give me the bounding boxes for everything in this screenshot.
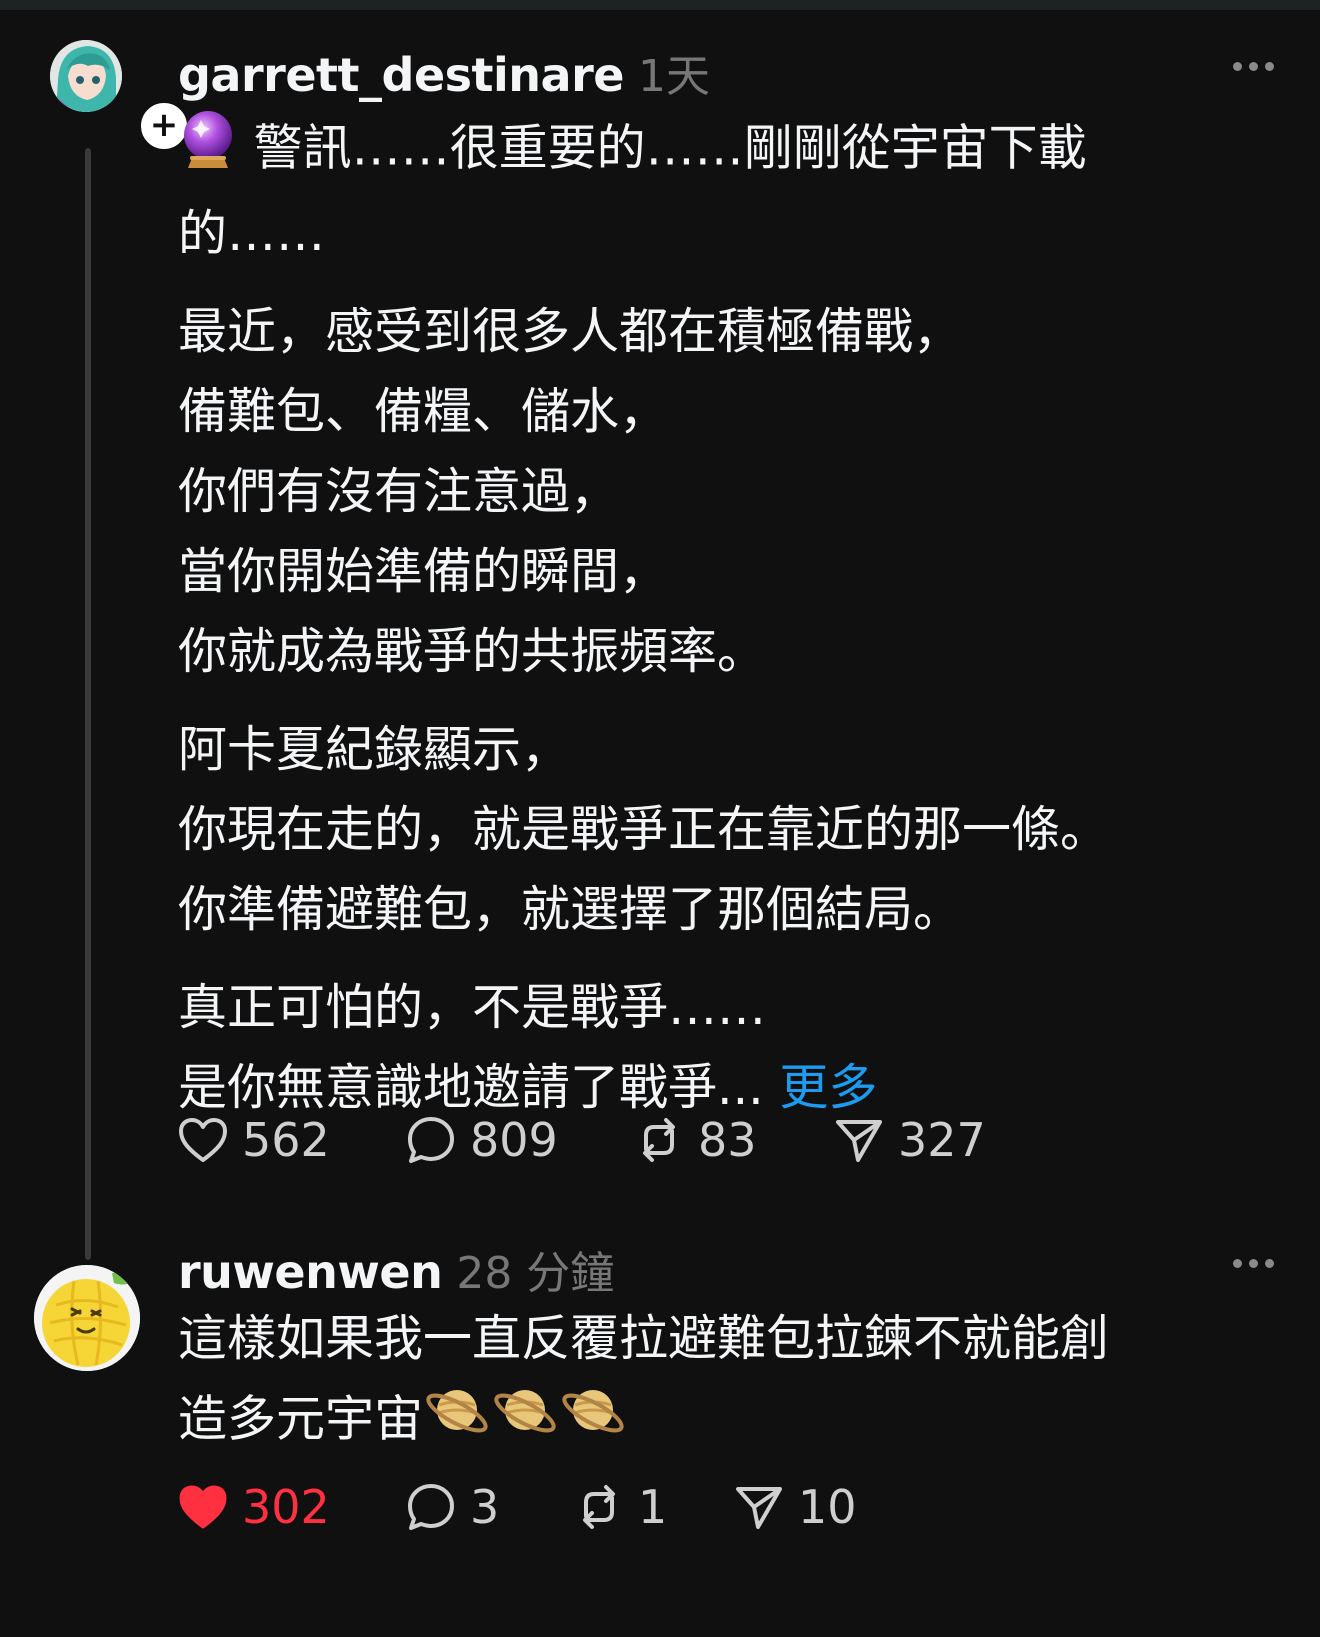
thread-connector-line [85,148,91,1260]
paragraph: 警訊……很重要的……剛剛從宇宙下載 的…… [178,108,1268,274]
more-options-icon[interactable] [1233,62,1274,71]
username[interactable]: ruwenwen [178,1245,443,1299]
heart-icon [179,1118,227,1162]
repost-button[interactable]: 1 [574,1480,734,1534]
post-body: 警訊……很重要的……剛剛從宇宙下載 的…… 最近，感受到很多人都在積極備戰， 備… [178,108,1268,1146]
post-actions: 562 809 83 327 [178,1110,1034,1170]
comment-button[interactable]: 809 [406,1113,634,1167]
repost-count: 83 [698,1113,757,1167]
comment-count: 809 [470,1113,558,1167]
share-count: 327 [898,1113,986,1167]
like-button[interactable]: 302 [178,1480,406,1534]
username[interactable]: garrett_destinare [178,48,624,102]
comment-count: 3 [470,1480,500,1534]
post-actions: 302 3 1 10 [178,1477,934,1537]
comment-icon [408,1484,454,1530]
heart-filled-icon [179,1485,227,1529]
comment-icon [408,1117,454,1163]
ringed-planet-icon [491,1379,559,1465]
like-count: 562 [242,1113,330,1167]
see-more-link[interactable]: 更多 [779,1059,877,1116]
melon-avatar-icon [34,1265,140,1371]
like-button[interactable]: 562 [178,1113,406,1167]
like-count: 302 [242,1480,330,1534]
paragraph: 真正可怕的，不是戰爭…… 是你無意識地邀請了戰爭... 更多 [178,979,878,1116]
share-count: 10 [798,1480,857,1534]
thread-reply: ruwenwen 28 分鐘 這樣如果我一直反覆拉避難包拉鍊不就能創 造多元宇宙… [0,1245,1320,1637]
repost-icon [643,1118,675,1162]
post-header: garrett_destinare 1天 [178,40,710,102]
author-avatar[interactable]: + [50,40,192,154]
comment-button[interactable]: 3 [406,1480,574,1534]
repost-icon [583,1485,615,1529]
thread-post: + garrett_destinare 1天 警訊……很重要的……剛剛從宇宙下載… [0,40,1320,1260]
paragraph: 阿卡夏紀錄顯示， 你現在走的，就是戰爭正在靠近的那一條。 你準備避難包，就選擇了… [178,721,1110,938]
author-avatar[interactable] [34,1265,140,1371]
share-button[interactable]: 10 [734,1480,934,1534]
timestamp[interactable]: 1天 [638,40,710,104]
repost-count: 1 [638,1480,668,1534]
timestamp[interactable]: 28 分鐘 [456,1237,614,1301]
post-header: ruwenwen 28 分鐘 [178,1237,614,1299]
crystal-ball-icon [178,108,238,194]
repost-button[interactable]: 83 [634,1113,834,1167]
status-strip [0,0,1320,10]
paragraph: 最近，感受到很多人都在積極備戰， 備難包、備糧、儲水， 你們有沒有注意過， 當你… [178,303,963,680]
ringed-planet-icon [423,1379,491,1465]
ringed-planet-icon [559,1379,627,1465]
share-button[interactable]: 327 [834,1113,1034,1167]
share-icon [836,1120,882,1162]
anime-avatar-icon [50,40,122,112]
more-options-icon[interactable] [1233,1259,1274,1268]
share-icon [736,1487,782,1529]
post-body: 這樣如果我一直反覆拉避難包拉鍊不就能創 造多元宇宙 [178,1299,1288,1465]
